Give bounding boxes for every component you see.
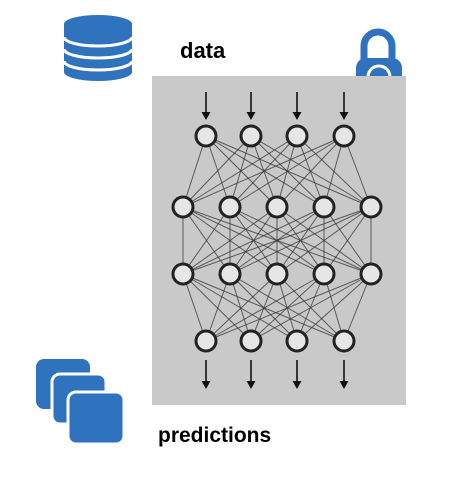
network-node [265,195,289,219]
network-node [239,124,263,148]
network-node [218,195,242,219]
output-label: predictions [158,424,272,447]
network-node [359,262,383,286]
network-node [359,195,383,219]
network-panel [152,76,406,405]
network-node [171,262,195,286]
network-node [194,329,218,353]
network-node [332,329,356,353]
network-node [285,329,309,353]
network-node [285,124,309,148]
diagram-canvas [36,15,406,446]
stacked-documents-icon [36,359,126,446]
network-node [194,124,218,148]
network-node [171,195,195,219]
network-node [332,124,356,148]
network-node [312,195,336,219]
input-label: data [180,38,226,63]
network-node [218,262,242,286]
database-icon [62,15,134,81]
network-node [239,329,263,353]
network-node [312,262,336,286]
network-node [265,262,289,286]
